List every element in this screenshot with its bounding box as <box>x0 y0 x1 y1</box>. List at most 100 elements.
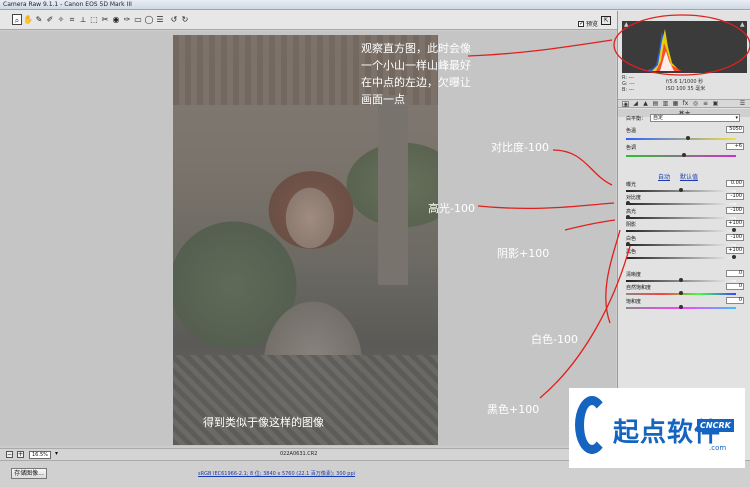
spot-removal-tool-icon[interactable]: ✂ <box>100 14 110 25</box>
adjust-value[interactable]: -100 <box>726 207 744 214</box>
temperature-value[interactable]: 5050 <box>726 126 744 133</box>
preview-checkbox[interactable]: ✓ 预览 <box>578 19 598 28</box>
annotation-blacks: 黑色+100 <box>487 403 540 416</box>
adjust-row: 阴影 +100 <box>626 220 746 230</box>
adjust-slider-thumb[interactable] <box>679 188 683 192</box>
white-balance-select[interactable]: 自定 ▾ <box>650 114 740 122</box>
rotate-left-icon[interactable]: ↺ <box>169 14 179 25</box>
color-sampler-tool-icon[interactable]: ✐ <box>45 14 55 25</box>
adjust-slider[interactable] <box>626 188 736 192</box>
adjust-value[interactable]: 0 <box>726 297 744 304</box>
fullscreen-toggle-icon[interactable]: ⇱ <box>601 16 611 25</box>
preview-label: 预览 <box>586 21 599 28</box>
adjust-slider[interactable] <box>626 242 736 246</box>
adjust-value[interactable]: +100 <box>726 247 744 254</box>
adjust-label: 白色 <box>626 236 637 242</box>
preview-checkbox-box[interactable]: ✓ <box>578 20 584 27</box>
adjust-slider[interactable] <box>626 215 736 219</box>
temperature-slider-thumb[interactable] <box>686 136 690 140</box>
hsl-tab-icon[interactable]: ▤ <box>652 101 659 107</box>
logo-badge: CNCRK <box>697 419 734 432</box>
basic-tab-icon[interactable]: ◉ <box>622 101 629 108</box>
adjust-slider[interactable] <box>626 228 736 232</box>
transform-tool-icon[interactable]: ⬚ <box>89 14 99 25</box>
zoom-in-button[interactable]: + <box>17 451 24 458</box>
targeted-adjustment-tool-icon[interactable]: ✧ <box>56 14 66 25</box>
white-balance-tool-icon[interactable]: ✎ <box>34 14 44 25</box>
info-b: B: --- <box>622 87 635 93</box>
white-balance-value: 自定 <box>653 115 664 121</box>
annotation-highlights: 高光-100 <box>428 202 475 215</box>
temperature-slider[interactable] <box>626 136 736 140</box>
photo-note: 观察直方图，此时会像 一个小山一样山峰最好 在中点的左边，欠曝让 画面一点 <box>361 42 471 106</box>
adjust-slider[interactable] <box>626 201 736 205</box>
adjust-value[interactable]: 0 <box>726 270 744 277</box>
snapshots-tab-icon[interactable]: ▣ <box>712 101 719 107</box>
rotate-right-icon[interactable]: ↻ <box>180 14 190 25</box>
effects-tab-icon[interactable]: fx <box>682 101 689 107</box>
histogram-graph <box>642 29 682 71</box>
adjust-row: 自然饱和度 0 <box>626 283 746 293</box>
adjust-slider[interactable] <box>626 255 736 259</box>
crop-tool-icon[interactable]: ⌗ <box>67 14 77 25</box>
lens-tab-icon[interactable]: ▦ <box>672 101 679 107</box>
adjust-row: 清晰度 0 <box>626 270 746 280</box>
tint-row: 色调 +6 <box>626 143 746 153</box>
camera-calibration-tab-icon[interactable]: ◎ <box>692 101 699 107</box>
tint-value[interactable]: +6 <box>726 143 744 150</box>
adjust-slider-thumb[interactable] <box>679 291 683 295</box>
photo-caption: 得到类似于像这样的图像 <box>203 416 324 429</box>
save-image-button[interactable]: 存储图像... <box>11 468 47 479</box>
adjust-slider-thumb[interactable] <box>679 305 683 309</box>
tint-slider-thumb[interactable] <box>682 153 686 157</box>
adjust-slider-thumb[interactable] <box>679 278 683 282</box>
preferences-icon[interactable]: ☰ <box>155 14 165 25</box>
adjust-label: 对比度 <box>626 195 642 201</box>
annotation-shadows: 阴影+100 <box>497 247 550 260</box>
zoom-level-select[interactable]: 16.5% <box>29 451 51 459</box>
zoom-dropdown-icon[interactable]: ▾ <box>53 451 60 458</box>
adjust-row: 高光 -100 <box>626 207 746 217</box>
adjust-slider-thumb[interactable] <box>732 228 736 232</box>
radial-filter-icon[interactable]: ◯ <box>144 14 154 25</box>
logo-dotcom: .com <box>709 444 727 452</box>
temperature-row: 色温 5050 <box>626 126 746 136</box>
adjust-value[interactable]: 0 <box>726 283 744 290</box>
adjust-row: 白色 -100 <box>626 234 746 244</box>
adjust-slider-thumb[interactable] <box>626 201 630 205</box>
adjust-value[interactable]: 0.00 <box>726 180 744 187</box>
panel-menu-icon[interactable]: ☰ <box>739 101 746 107</box>
adjust-value[interactable]: -100 <box>726 193 744 200</box>
adjust-label: 阴影 <box>626 222 637 228</box>
adjust-slider-thumb[interactable] <box>626 215 630 219</box>
adjust-slider-thumb[interactable] <box>626 242 630 246</box>
image-canvas[interactable]: 观察直方图，此时会像 一个小山一样山峰最好 在中点的左边，欠曝让 画面一点 得到… <box>0 31 616 446</box>
window-title: Camera Raw 9.1.1 - Canon EOS 5D Mark III <box>3 1 132 8</box>
adjust-slider[interactable] <box>626 305 736 309</box>
adjust-slider[interactable] <box>626 278 736 282</box>
detail-tab-icon[interactable]: ▲ <box>642 101 649 107</box>
red-eye-tool-icon[interactable]: ◉ <box>111 14 121 25</box>
split-toning-tab-icon[interactable]: ▥ <box>662 101 669 107</box>
workflow-options-link[interactable]: sRGB IEC61966-2.1; 8 位; 3840 x 5760 (22.… <box>198 470 355 477</box>
zoom-out-button[interactable]: − <box>6 451 13 458</box>
site-watermark-logo: 起点软件 CNCRK .com <box>569 388 745 468</box>
zoom-bar: − + 16.5% ▾ 022A0631.CR2 <box>0 448 616 460</box>
adjust-slider-thumb[interactable] <box>732 255 736 259</box>
adjust-row: 曝光 0.00 <box>626 180 746 190</box>
presets-tab-icon[interactable]: ≡ <box>702 101 709 107</box>
adjustment-brush-icon[interactable]: ✑ <box>122 14 132 25</box>
zoom-tool-icon[interactable]: ⌕ <box>12 14 22 25</box>
tint-slider[interactable] <box>626 153 736 157</box>
logo-g-mark <box>575 396 609 454</box>
tone-curve-tab-icon[interactable]: ◢ <box>632 101 639 107</box>
hand-tool-icon[interactable]: ✋ <box>23 14 33 25</box>
adjust-value[interactable]: +100 <box>726 220 744 227</box>
adjust-label: 清晰度 <box>626 272 642 278</box>
adjust-label: 饱和度 <box>626 299 642 305</box>
adjust-slider[interactable] <box>626 291 736 295</box>
adjust-value[interactable]: -100 <box>726 234 744 241</box>
adjust-label: 自然饱和度 <box>626 285 652 291</box>
straighten-tool-icon[interactable]: ⟂ <box>78 14 88 25</box>
graduated-filter-icon[interactable]: ▭ <box>133 14 143 25</box>
